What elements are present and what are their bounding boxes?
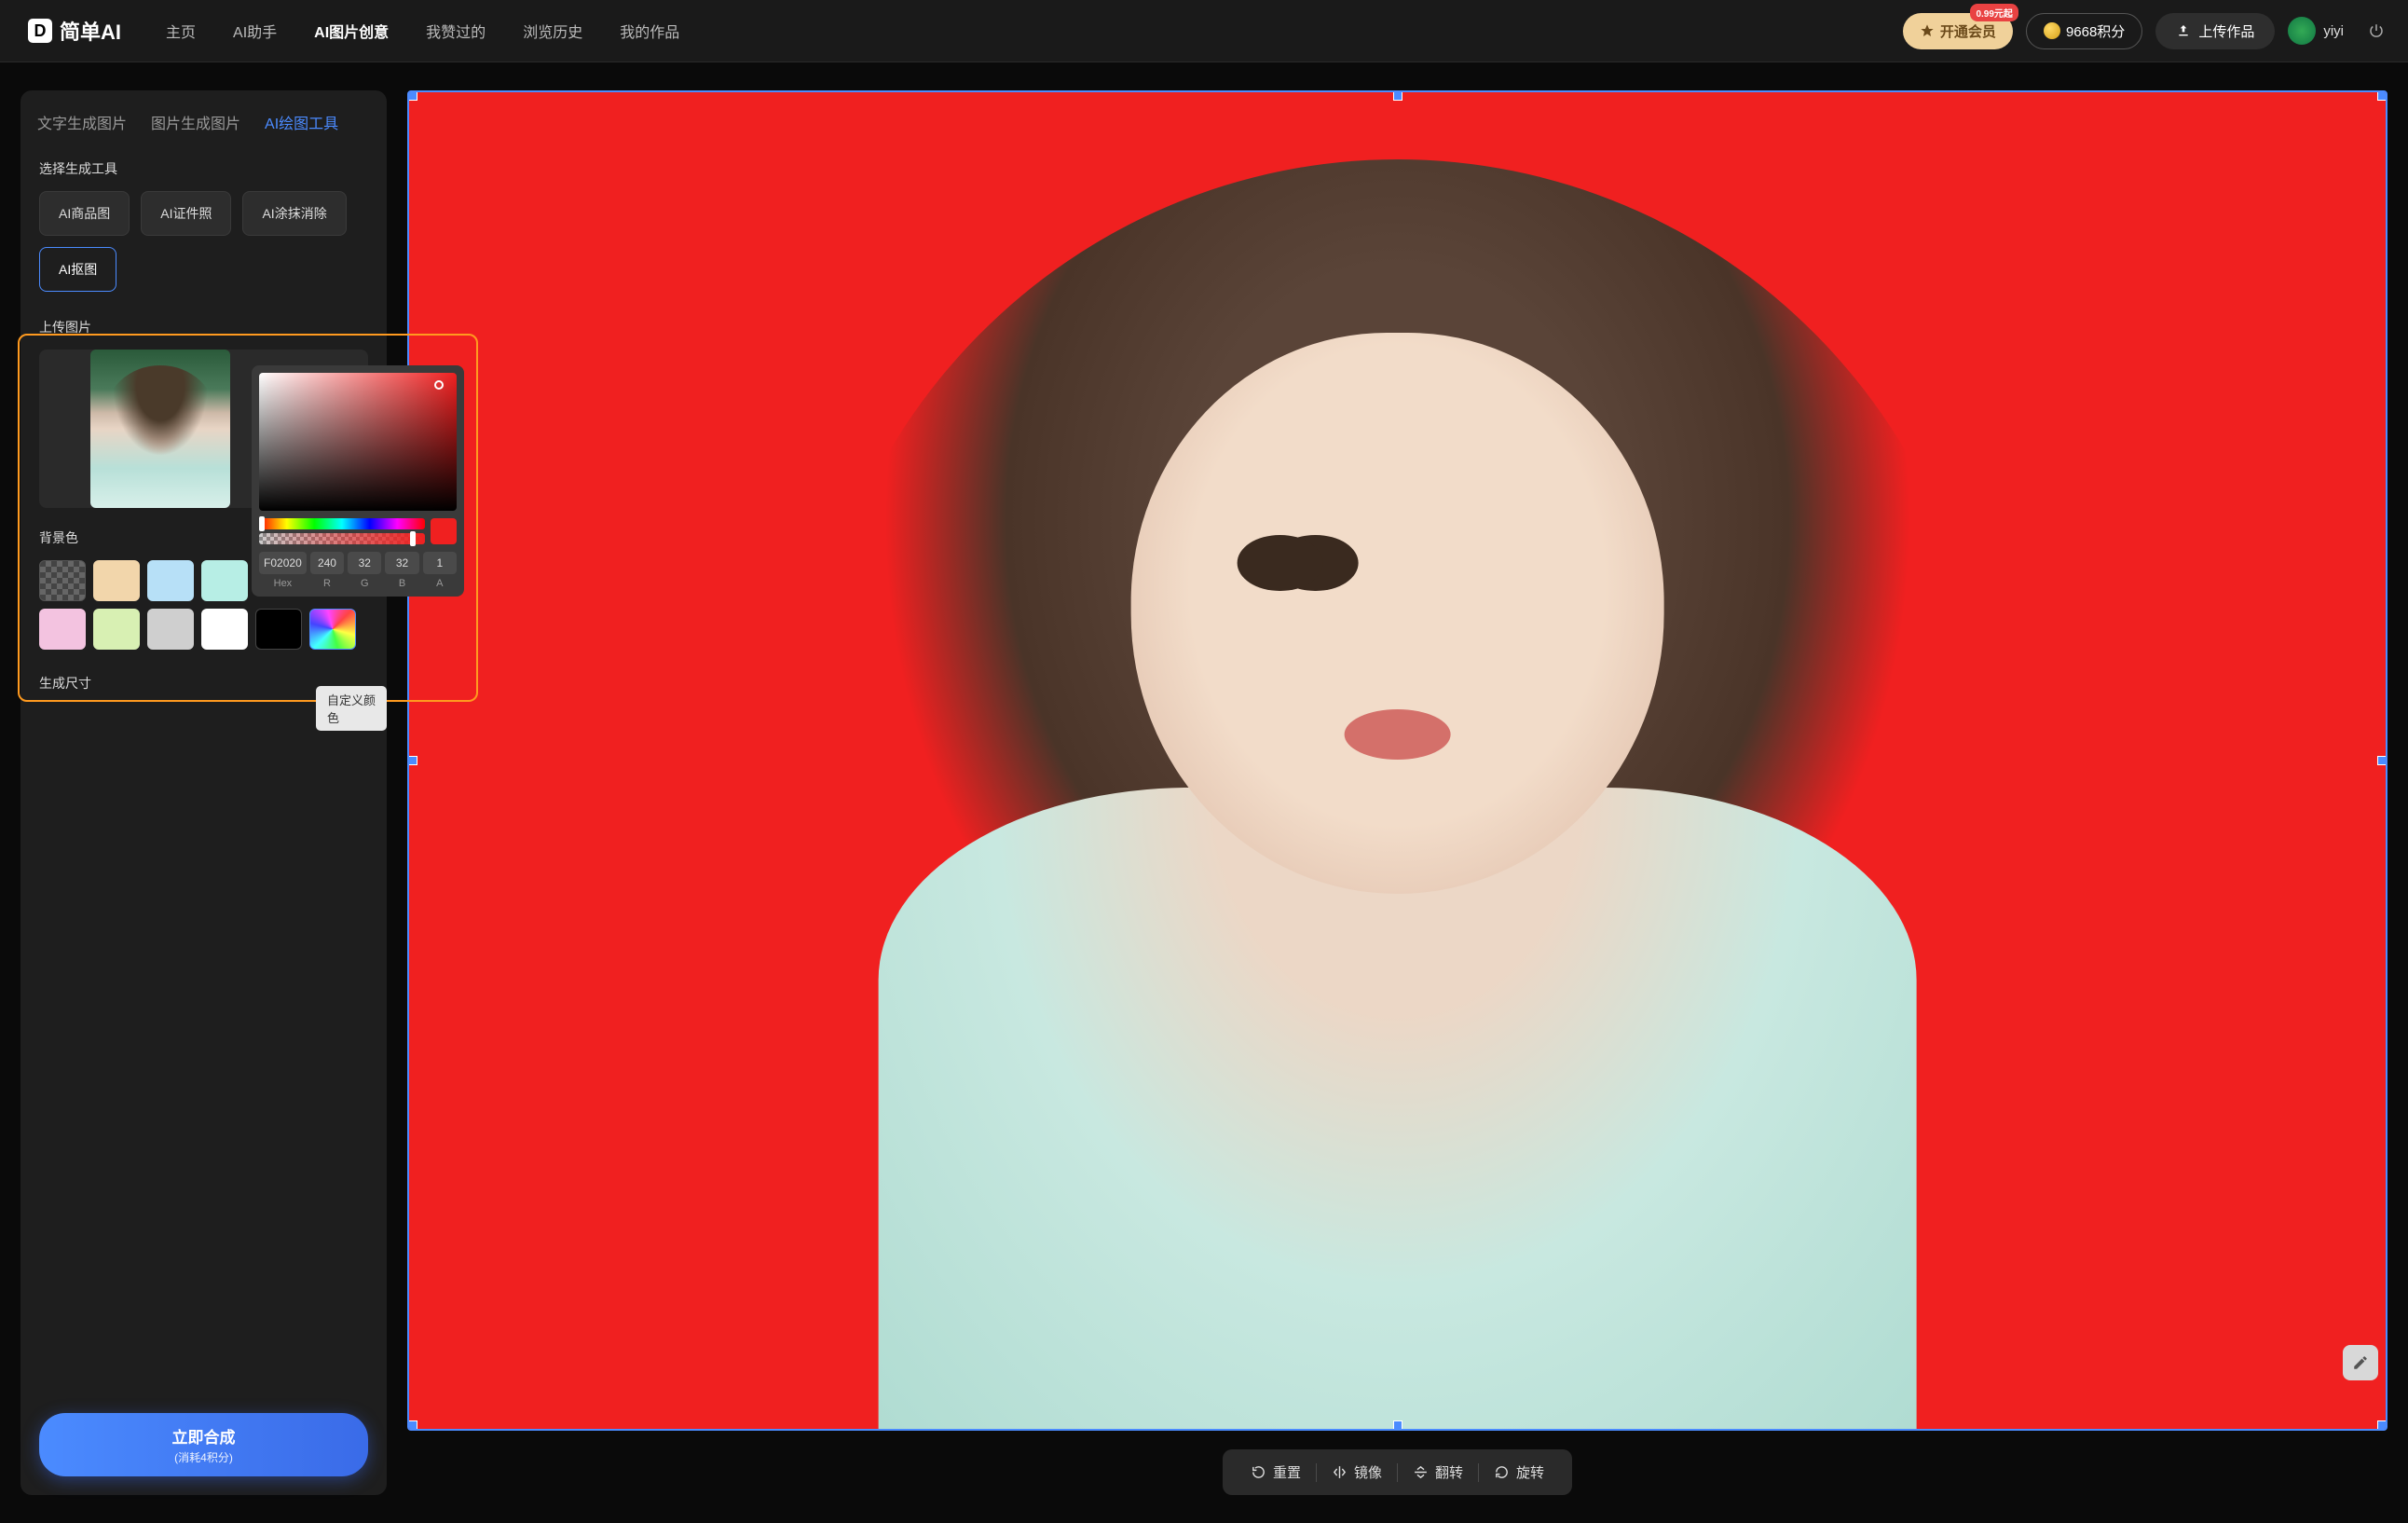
upload-icon bbox=[2176, 23, 2191, 38]
handle-bot-right[interactable] bbox=[2377, 1420, 2387, 1430]
coin-icon bbox=[2044, 22, 2060, 39]
handle-top-mid[interactable] bbox=[1393, 91, 1402, 101]
hue-thumb[interactable] bbox=[259, 516, 265, 531]
r-label: R bbox=[323, 578, 331, 589]
vip-badge: 0.99元起 bbox=[1970, 4, 2018, 21]
custom-color-tooltip: 自定义颜色 bbox=[316, 686, 387, 731]
canvas[interactable] bbox=[407, 90, 2387, 1431]
brand-logo[interactable]: D 简单AI bbox=[28, 16, 121, 46]
sidebar-tabs: 文字生成图片 图片生成图片 AI绘图工具 bbox=[21, 90, 387, 146]
tool-product[interactable]: AI商品图 bbox=[39, 191, 130, 236]
flip-icon bbox=[1413, 1464, 1429, 1480]
tb-flip-label: 翻转 bbox=[1435, 1462, 1463, 1482]
a-input[interactable] bbox=[423, 552, 457, 574]
upload-button-label: 上传作品 bbox=[2198, 21, 2254, 41]
hex-input[interactable] bbox=[259, 552, 307, 574]
swatch-beige[interactable] bbox=[93, 560, 140, 601]
hue-slider[interactable] bbox=[259, 518, 425, 529]
alpha-thumb[interactable] bbox=[410, 531, 416, 546]
g-label: G bbox=[361, 578, 369, 589]
canvas-area: 重置 镜像 翻转 旋转 bbox=[407, 90, 2387, 1495]
upload-title: 上传图片 bbox=[39, 318, 368, 336]
nav-home[interactable]: 主页 bbox=[166, 20, 196, 42]
mirror-icon bbox=[1332, 1464, 1348, 1480]
points-button[interactable]: 9668积分 bbox=[2026, 13, 2142, 49]
nav-assistant[interactable]: AI助手 bbox=[233, 20, 277, 42]
tb-flip[interactable]: 翻转 bbox=[1398, 1459, 1478, 1486]
upload-works-button[interactable]: 上传作品 bbox=[2155, 13, 2275, 49]
main-nav: 主页 AI助手 AI图片创意 我赞过的 浏览历史 我的作品 bbox=[166, 20, 679, 42]
saturation-area[interactable] bbox=[259, 373, 457, 511]
color-picker: Hex R G B A bbox=[252, 365, 464, 597]
handle-top-right[interactable] bbox=[2377, 91, 2387, 101]
swatch-mint[interactable] bbox=[201, 560, 248, 601]
tab-text-to-image[interactable]: 文字生成图片 bbox=[37, 103, 127, 146]
pencil-icon bbox=[2352, 1354, 2369, 1371]
handle-bot-left[interactable] bbox=[408, 1420, 417, 1430]
color-preview bbox=[431, 518, 457, 544]
username: yiyi bbox=[2323, 23, 2344, 39]
tab-image-to-image[interactable]: 图片生成图片 bbox=[151, 103, 240, 146]
hex-label: Hex bbox=[274, 578, 293, 589]
user-menu[interactable]: yiyi bbox=[2288, 17, 2344, 45]
avatar bbox=[2288, 17, 2316, 45]
r-input[interactable] bbox=[310, 552, 344, 574]
swatch-lime[interactable] bbox=[93, 609, 140, 650]
handle-mid-left[interactable] bbox=[408, 756, 417, 765]
subject-image[interactable] bbox=[656, 92, 2139, 1429]
nav-image-creative[interactable]: AI图片创意 bbox=[314, 20, 389, 42]
saturation-cursor[interactable] bbox=[434, 380, 444, 390]
app-header: D 简单AI 主页 AI助手 AI图片创意 我赞过的 浏览历史 我的作品 开通会… bbox=[0, 0, 2408, 62]
vip-icon bbox=[1920, 23, 1935, 38]
brand-name: 简单AI bbox=[60, 16, 121, 46]
handle-mid-right[interactable] bbox=[2377, 756, 2387, 765]
tools-title: 选择生成工具 bbox=[39, 159, 368, 178]
swatch-gray[interactable] bbox=[147, 609, 194, 650]
generate-label: 立即合成 bbox=[50, 1424, 357, 1448]
canvas-toolbar: 重置 镜像 翻转 旋转 bbox=[407, 1449, 2387, 1495]
swatch-custom[interactable] bbox=[309, 609, 356, 650]
tool-cutout[interactable]: AI抠图 bbox=[39, 247, 116, 292]
section-tools: 选择生成工具 AI商品图 AI证件照 AI涂抹消除 AI抠图 bbox=[21, 146, 387, 305]
handle-top-left[interactable] bbox=[408, 91, 417, 101]
alpha-slider[interactable] bbox=[259, 533, 425, 544]
vip-button-label: 开通会员 bbox=[1940, 21, 1996, 41]
swatch-transparent[interactable] bbox=[39, 560, 86, 601]
points-label: 9668积分 bbox=[2066, 21, 2125, 41]
handle-bot-mid[interactable] bbox=[1393, 1420, 1402, 1430]
generate-cost: (消耗4积分) bbox=[50, 1449, 357, 1465]
tb-mirror-label: 镜像 bbox=[1354, 1462, 1382, 1482]
tb-reset[interactable]: 重置 bbox=[1236, 1459, 1316, 1486]
rotate-icon bbox=[1494, 1464, 1510, 1480]
vip-button[interactable]: 开通会员 0.99元起 bbox=[1903, 13, 2013, 49]
swatch-lightblue[interactable] bbox=[147, 560, 194, 601]
a-label: A bbox=[436, 578, 443, 589]
reset-icon bbox=[1251, 1464, 1266, 1480]
tool-id-photo[interactable]: AI证件照 bbox=[141, 191, 231, 236]
header-actions: 开通会员 0.99元起 9668积分 上传作品 yiyi bbox=[1903, 13, 2385, 49]
nav-history[interactable]: 浏览历史 bbox=[523, 20, 582, 42]
b-label: B bbox=[399, 578, 405, 589]
b-input[interactable] bbox=[385, 552, 418, 574]
brand-logo-icon: D bbox=[28, 19, 52, 43]
nav-liked[interactable]: 我赞过的 bbox=[426, 20, 486, 42]
tb-rotate[interactable]: 旋转 bbox=[1479, 1459, 1559, 1486]
tool-erase[interactable]: AI涂抹消除 bbox=[242, 191, 346, 236]
edit-fab[interactable] bbox=[2343, 1345, 2378, 1380]
g-input[interactable] bbox=[348, 552, 381, 574]
swatch-white[interactable] bbox=[201, 609, 248, 650]
sidebar: 文字生成图片 图片生成图片 AI绘图工具 选择生成工具 AI商品图 AI证件照 … bbox=[21, 90, 387, 1495]
main-area: 文字生成图片 图片生成图片 AI绘图工具 选择生成工具 AI商品图 AI证件照 … bbox=[0, 62, 2408, 1523]
tab-drawing-tools[interactable]: AI绘图工具 bbox=[265, 103, 338, 146]
tb-rotate-label: 旋转 bbox=[1516, 1462, 1544, 1482]
nav-works[interactable]: 我的作品 bbox=[620, 20, 679, 42]
uploaded-thumbnail[interactable] bbox=[90, 350, 230, 508]
generate-button[interactable]: 立即合成 (消耗4积分) bbox=[39, 1413, 368, 1476]
tb-mirror[interactable]: 镜像 bbox=[1317, 1459, 1397, 1486]
power-icon[interactable] bbox=[2368, 22, 2385, 39]
swatch-pink[interactable] bbox=[39, 609, 86, 650]
tb-reset-label: 重置 bbox=[1273, 1462, 1301, 1482]
swatch-black[interactable] bbox=[255, 609, 302, 650]
